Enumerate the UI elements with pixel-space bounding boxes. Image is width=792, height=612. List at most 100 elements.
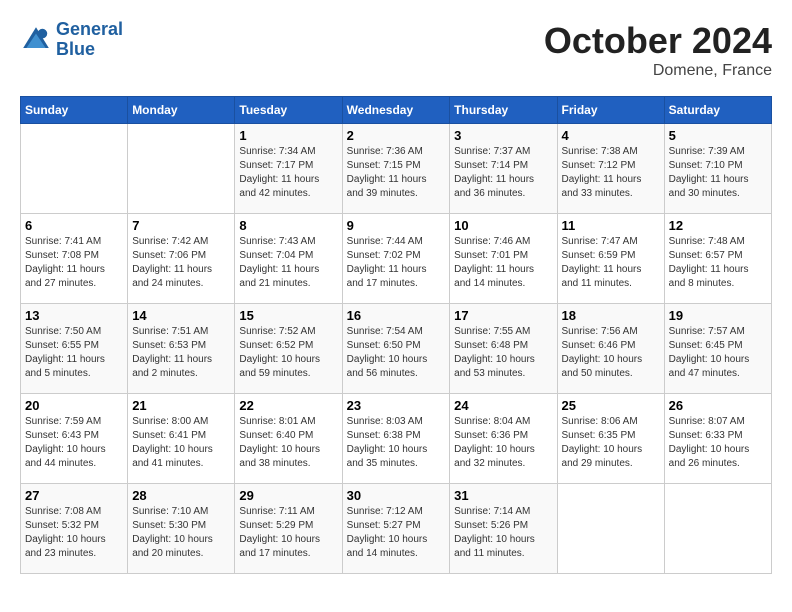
day-info: Sunrise: 7:43 AMSunset: 7:04 PMDaylight:… xyxy=(239,235,337,291)
day-number: 30 xyxy=(347,488,446,503)
day-number: 4 xyxy=(562,128,660,143)
calendar-cell: 10 Sunrise: 7:46 AMSunset: 7:01 PMDayligh… xyxy=(450,214,557,304)
calendar-cell: 6 Sunrise: 7:41 AMSunset: 7:08 PMDaylight… xyxy=(21,214,128,304)
logo-line1: General xyxy=(56,20,123,40)
logo-line2: Blue xyxy=(56,40,123,60)
day-info: Sunrise: 7:46 AMSunset: 7:01 PMDaylight:… xyxy=(454,235,552,291)
logo: General Blue xyxy=(20,20,123,60)
day-number: 25 xyxy=(562,398,660,413)
day-number: 1 xyxy=(239,128,337,143)
calendar-cell: 9 Sunrise: 7:44 AMSunset: 7:02 PMDaylight… xyxy=(342,214,450,304)
weekday-header-thursday: Thursday xyxy=(450,97,557,124)
weekday-row: SundayMondayTuesdayWednesdayThursdayFrid… xyxy=(21,97,772,124)
day-info: Sunrise: 8:04 AMSunset: 6:36 PMDaylight:… xyxy=(454,415,552,471)
title-block: October 2024 Domene, France xyxy=(544,20,772,80)
page-header: General Blue October 2024 Domene, France xyxy=(20,20,772,80)
logo-text: General Blue xyxy=(56,20,123,60)
calendar-cell: 24 Sunrise: 8:04 AMSunset: 6:36 PMDayligh… xyxy=(450,394,557,484)
day-number: 10 xyxy=(454,218,552,233)
day-info: Sunrise: 7:36 AMSunset: 7:15 PMDaylight:… xyxy=(347,145,446,201)
day-number: 12 xyxy=(669,218,767,233)
day-info: Sunrise: 7:52 AMSunset: 6:52 PMDaylight:… xyxy=(239,325,337,381)
day-number: 16 xyxy=(347,308,446,323)
day-info: Sunrise: 7:54 AMSunset: 6:50 PMDaylight:… xyxy=(347,325,446,381)
day-info: Sunrise: 7:50 AMSunset: 6:55 PMDaylight:… xyxy=(25,325,123,381)
day-info: Sunrise: 8:06 AMSunset: 6:35 PMDaylight:… xyxy=(562,415,660,471)
calendar-cell: 25 Sunrise: 8:06 AMSunset: 6:35 PMDayligh… xyxy=(557,394,664,484)
calendar-cell: 4 Sunrise: 7:38 AMSunset: 7:12 PMDaylight… xyxy=(557,124,664,214)
day-info: Sunrise: 8:00 AMSunset: 6:41 PMDaylight:… xyxy=(132,415,230,471)
day-info: Sunrise: 8:03 AMSunset: 6:38 PMDaylight:… xyxy=(347,415,446,471)
day-info: Sunrise: 8:01 AMSunset: 6:40 PMDaylight:… xyxy=(239,415,337,471)
weekday-header-friday: Friday xyxy=(557,97,664,124)
calendar-cell: 28Sunrise: 7:10 AMSunset: 5:30 PMDayligh… xyxy=(128,484,235,574)
day-info: Sunrise: 7:38 AMSunset: 7:12 PMDaylight:… xyxy=(562,145,660,201)
day-number: 14 xyxy=(132,308,230,323)
day-info: Sunrise: 7:57 AMSunset: 6:45 PMDaylight:… xyxy=(669,325,767,381)
calendar-cell: 16 Sunrise: 7:54 AMSunset: 6:50 PMDayligh… xyxy=(342,304,450,394)
day-number: 28 xyxy=(132,488,230,503)
day-number: 24 xyxy=(454,398,552,413)
calendar-cell: 13Sunrise: 7:50 AMSunset: 6:55 PMDayligh… xyxy=(21,304,128,394)
week-row-4: 20Sunrise: 7:59 AMSunset: 6:43 PMDayligh… xyxy=(21,394,772,484)
calendar-cell: 17Sunrise: 7:55 AMSunset: 6:48 PMDayligh… xyxy=(450,304,557,394)
day-number: 22 xyxy=(239,398,337,413)
day-number: 20 xyxy=(25,398,123,413)
calendar-cell: 30 Sunrise: 7:12 AMSunset: 5:27 PMDayligh… xyxy=(342,484,450,574)
calendar-cell: 29Sunrise: 7:11 AMSunset: 5:29 PMDayligh… xyxy=(235,484,342,574)
day-info: Sunrise: 7:42 AMSunset: 7:06 PMDaylight:… xyxy=(132,235,230,291)
calendar-cell: 15 Sunrise: 7:52 AMSunset: 6:52 PMDayligh… xyxy=(235,304,342,394)
weekday-header-saturday: Saturday xyxy=(664,97,771,124)
day-number: 3 xyxy=(454,128,552,143)
weekday-header-sunday: Sunday xyxy=(21,97,128,124)
calendar-cell: 20Sunrise: 7:59 AMSunset: 6:43 PMDayligh… xyxy=(21,394,128,484)
calendar-header: SundayMondayTuesdayWednesdayThursdayFrid… xyxy=(21,97,772,124)
day-number: 27 xyxy=(25,488,123,503)
day-number: 26 xyxy=(669,398,767,413)
calendar-cell: 18 Sunrise: 7:56 AMSunset: 6:46 PMDayligh… xyxy=(557,304,664,394)
calendar-cell: 7 Sunrise: 7:42 AMSunset: 7:06 PMDaylight… xyxy=(128,214,235,304)
day-number: 8 xyxy=(239,218,337,233)
day-info: Sunrise: 7:08 AMSunset: 5:32 PMDaylight:… xyxy=(25,505,123,561)
calendar-cell: 1Sunrise: 7:34 AMSunset: 7:17 PMDaylight… xyxy=(235,124,342,214)
day-info: Sunrise: 7:12 AMSunset: 5:27 PMDaylight:… xyxy=(347,505,446,561)
day-info: Sunrise: 7:56 AMSunset: 6:46 PMDaylight:… xyxy=(562,325,660,381)
week-row-5: 27 Sunrise: 7:08 AMSunset: 5:32 PMDayligh… xyxy=(21,484,772,574)
day-info: Sunrise: 7:44 AMSunset: 7:02 PMDaylight:… xyxy=(347,235,446,291)
day-info: Sunrise: 7:48 AMSunset: 6:57 PMDaylight:… xyxy=(669,235,767,291)
calendar-cell: 22 Sunrise: 8:01 AMSunset: 6:40 PMDayligh… xyxy=(235,394,342,484)
week-row-3: 13Sunrise: 7:50 AMSunset: 6:55 PMDayligh… xyxy=(21,304,772,394)
day-number: 29 xyxy=(239,488,337,503)
day-info: Sunrise: 7:47 AMSunset: 6:59 PMDaylight:… xyxy=(562,235,660,291)
day-number: 11 xyxy=(562,218,660,233)
day-number: 5 xyxy=(669,128,767,143)
day-number: 23 xyxy=(347,398,446,413)
weekday-header-monday: Monday xyxy=(128,97,235,124)
calendar-cell: 21 Sunrise: 8:00 AMSunset: 6:41 PMDayligh… xyxy=(128,394,235,484)
day-number: 15 xyxy=(239,308,337,323)
day-number: 19 xyxy=(669,308,767,323)
calendar-cell: 2 Sunrise: 7:36 AMSunset: 7:15 PMDaylight… xyxy=(342,124,450,214)
day-info: Sunrise: 7:41 AMSunset: 7:08 PMDaylight:… xyxy=(25,235,123,291)
day-number: 18 xyxy=(562,308,660,323)
day-number: 2 xyxy=(347,128,446,143)
week-row-2: 6 Sunrise: 7:41 AMSunset: 7:08 PMDaylight… xyxy=(21,214,772,304)
day-number: 6 xyxy=(25,218,123,233)
weekday-header-tuesday: Tuesday xyxy=(235,97,342,124)
day-info: Sunrise: 7:51 AMSunset: 6:53 PMDaylight:… xyxy=(132,325,230,381)
day-number: 9 xyxy=(347,218,446,233)
calendar-cell: 23 Sunrise: 8:03 AMSunset: 6:38 PMDayligh… xyxy=(342,394,450,484)
calendar-cell xyxy=(664,484,771,574)
logo-icon xyxy=(20,24,52,56)
day-info: Sunrise: 7:55 AMSunset: 6:48 PMDaylight:… xyxy=(454,325,552,381)
calendar-cell: 8 Sunrise: 7:43 AMSunset: 7:04 PMDaylight… xyxy=(235,214,342,304)
day-info: Sunrise: 8:07 AMSunset: 6:33 PMDaylight:… xyxy=(669,415,767,471)
calendar-cell: 26 Sunrise: 8:07 AMSunset: 6:33 PMDayligh… xyxy=(664,394,771,484)
calendar-cell xyxy=(128,124,235,214)
calendar-cell: 12 Sunrise: 7:48 AMSunset: 6:57 PMDayligh… xyxy=(664,214,771,304)
day-number: 21 xyxy=(132,398,230,413)
calendar-cell: 31Sunrise: 7:14 AMSunset: 5:26 PMDayligh… xyxy=(450,484,557,574)
calendar-body: 1Sunrise: 7:34 AMSunset: 7:17 PMDaylight… xyxy=(21,124,772,574)
month-title: October 2024 xyxy=(544,20,772,62)
day-number: 7 xyxy=(132,218,230,233)
